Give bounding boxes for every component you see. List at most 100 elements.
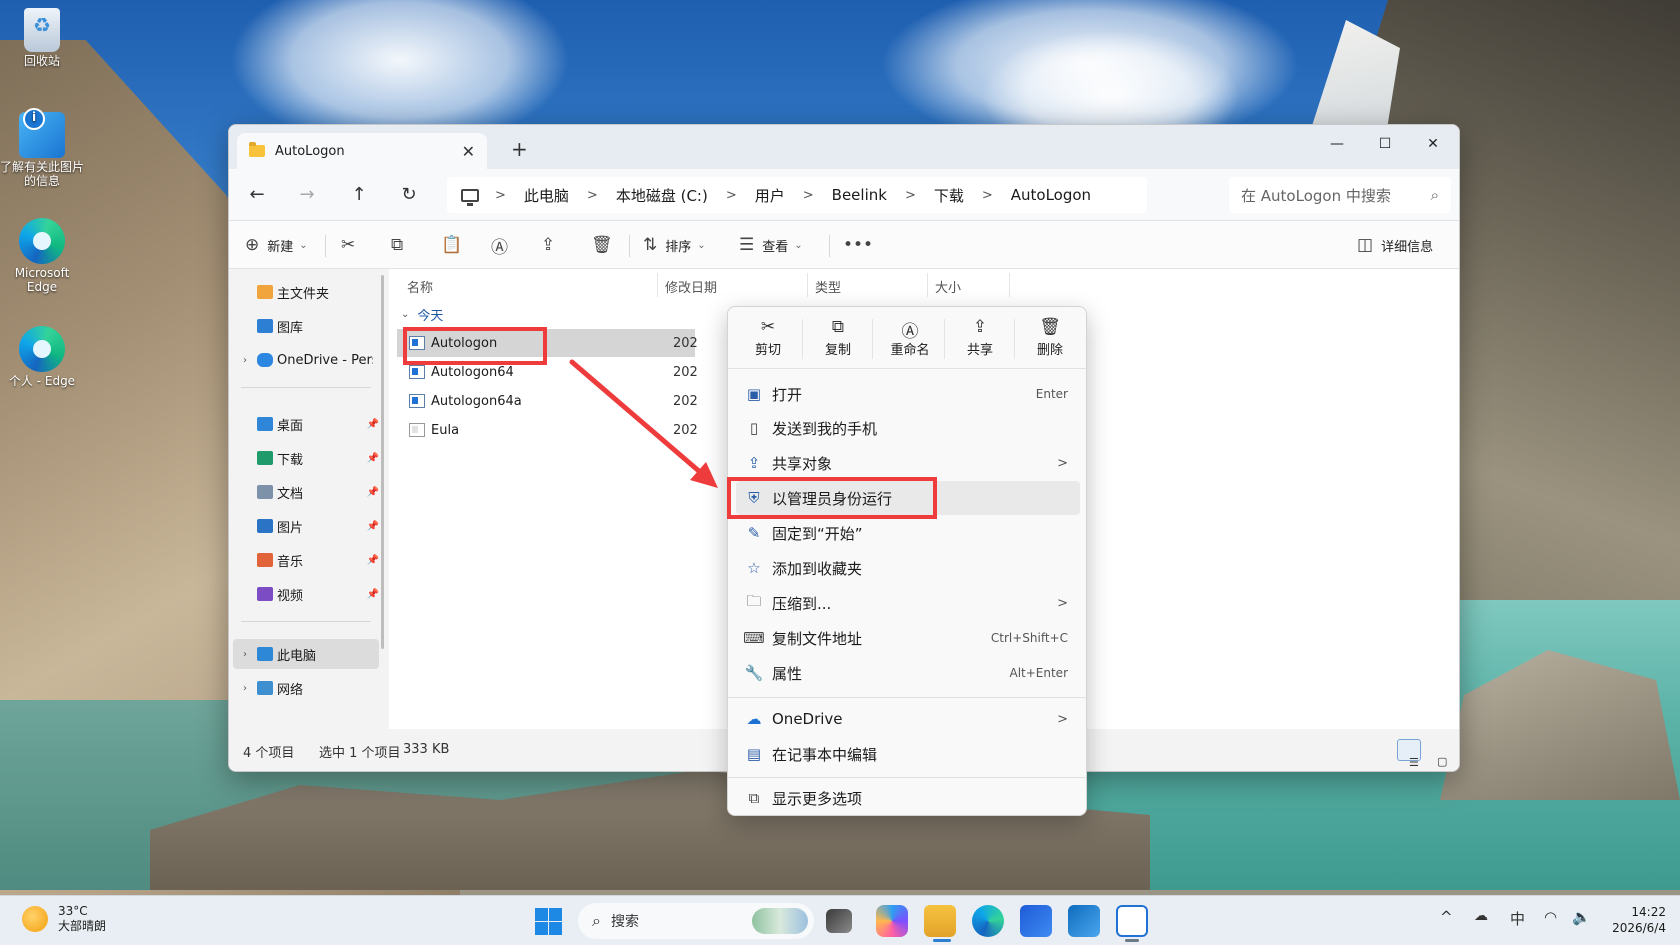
group-header-today[interactable]: ⌄ 今天 <box>401 305 443 324</box>
refresh-button[interactable]: ↻ <box>393 181 425 209</box>
column-divider[interactable] <box>927 273 928 297</box>
sidebar-item-documents[interactable]: 文档 📌 <box>243 477 379 507</box>
paste-button[interactable]: 📋 <box>441 231 462 259</box>
menu-item-share-with[interactable]: ⇪ 共享对象 > <box>736 446 1080 480</box>
desktop-icon-spotlight[interactable]: 了解有关此图片的信息 <box>0 108 84 188</box>
new-button[interactable]: ⊕ 新建 ⌄ <box>245 231 308 259</box>
cut-action[interactable]: ✂ 剪切 <box>736 317 800 358</box>
pin-icon[interactable]: 📌 <box>367 555 379 566</box>
breadcrumb-local-disk[interactable]: 本地磁盘 (C:) <box>616 185 708 206</box>
delete-action[interactable]: 🗑 删除 <box>1018 317 1082 358</box>
tab-autologon[interactable]: AutoLogon ✕ <box>237 133 487 169</box>
breadcrumb-separator[interactable]: > <box>803 188 814 203</box>
breadcrumb-separator[interactable]: > <box>587 188 598 203</box>
edge-icon[interactable] <box>972 905 1004 937</box>
breadcrumb-users[interactable]: 用户 <box>755 185 785 206</box>
pin-icon[interactable]: 📌 <box>367 589 379 600</box>
breadcrumb-separator[interactable]: > <box>726 188 737 203</box>
store-icon[interactable] <box>1020 905 1052 937</box>
microsoft-365-icon[interactable] <box>876 905 908 937</box>
column-header-size[interactable]: 大小 <box>935 277 961 296</box>
rename-action[interactable]: Ⓐ 重命名 <box>878 317 942 358</box>
menu-item-open[interactable]: ▣ 打开 Enter <box>736 377 1080 411</box>
breadcrumb-autologon[interactable]: AutoLogon <box>1011 186 1091 204</box>
outlook-icon[interactable] <box>1068 905 1100 937</box>
sidebar-item-home[interactable]: 主文件夹 <box>243 277 379 307</box>
search-input[interactable]: 在 AutoLogon 中搜索 ⌕ <box>1229 177 1451 213</box>
onedrive-tray-icon[interactable]: ☁ <box>1474 908 1488 924</box>
chevron-right-icon[interactable]: › <box>243 355 257 366</box>
sidebar-item-music[interactable]: 音乐 📌 <box>243 545 379 575</box>
chevron-right-icon[interactable]: › <box>243 649 257 660</box>
column-header-date[interactable]: 修改日期 <box>665 277 717 296</box>
menu-item-pin-to-start[interactable]: ✎ 固定到“开始” <box>736 516 1080 550</box>
cut-button[interactable]: ✂ <box>341 231 355 259</box>
autologon-taskbar-icon[interactable] <box>1116 905 1148 937</box>
pin-icon[interactable]: 📌 <box>367 453 379 464</box>
menu-item-compress[interactable]: 🗀 压缩到... > <box>736 586 1080 620</box>
menu-item-onedrive[interactable]: ☁ OneDrive > <box>736 702 1080 736</box>
details-pane-button[interactable]: ◫ 详细信息 <box>1357 231 1433 259</box>
sidebar-item-gallery[interactable]: 图库 <box>243 311 379 341</box>
sidebar-item-downloads[interactable]: 下载 📌 <box>243 443 379 473</box>
file-row-autologon64a[interactable]: Autologon64a 202 <box>397 387 698 415</box>
volume-icon[interactable]: 🔈 <box>1572 908 1591 926</box>
task-view-icon[interactable] <box>826 909 852 933</box>
ime-indicator[interactable]: 中 <box>1510 908 1525 929</box>
column-divider[interactable] <box>807 273 808 297</box>
new-tab-button[interactable]: + <box>511 137 528 161</box>
menu-item-copy-path[interactable]: ⌨ 复制文件地址 Ctrl+Shift+C <box>736 621 1080 655</box>
up-button[interactable]: ↑ <box>343 181 375 209</box>
copy-button[interactable]: ⧉ <box>391 231 403 259</box>
breadcrumb-downloads[interactable]: 下载 <box>934 185 964 206</box>
breadcrumb-separator[interactable]: > <box>982 188 993 203</box>
sidebar-item-videos[interactable]: 视频 📌 <box>243 579 379 609</box>
file-explorer-taskbar-icon[interactable] <box>924 905 956 937</box>
sidebar-item-this-pc[interactable]: › 此电脑 <box>233 639 379 669</box>
pin-icon[interactable]: 📌 <box>367 521 379 532</box>
breadcrumb-beelink[interactable]: Beelink <box>832 186 887 204</box>
menu-item-send-to-phone[interactable]: ▯ 发送到我的手机 <box>736 411 1080 445</box>
sidebar-scrollbar[interactable] <box>381 275 384 649</box>
sidebar-item-pictures[interactable]: 图片 📌 <box>243 511 379 541</box>
column-header-type[interactable]: 类型 <box>815 277 841 296</box>
breadcrumb-separator[interactable]: > <box>495 188 506 203</box>
taskbar-search[interactable]: ⌕ 搜索 <box>578 903 814 939</box>
back-button[interactable]: ← <box>241 181 273 209</box>
menu-item-edit-in-notepad[interactable]: ▤ 在记事本中编辑 <box>736 737 1080 771</box>
breadcrumb-separator[interactable]: > <box>905 188 916 203</box>
forward-button[interactable]: → <box>291 181 323 209</box>
tab-close-icon[interactable]: ✕ <box>462 142 475 161</box>
desktop-icon-recycle-bin[interactable]: 回收站 <box>0 8 84 68</box>
delete-button[interactable]: 🗑 <box>591 231 613 259</box>
pin-icon[interactable]: 📌 <box>367 487 379 498</box>
file-row-eula[interactable]: Eula 202 <box>397 416 698 444</box>
column-divider[interactable] <box>1009 273 1010 297</box>
breadcrumb-this-pc[interactable]: 此电脑 <box>524 185 569 206</box>
clock[interactable]: 14:22 2026/6/4 <box>1600 904 1666 936</box>
desktop-icon-edge[interactable]: Microsoft Edge <box>0 218 84 294</box>
chevron-right-icon[interactable]: › <box>243 683 257 694</box>
weather-widget[interactable]: 33°C 大部晴朗 <box>22 904 106 934</box>
tiles-view-button[interactable]: ▢ <box>1425 739 1449 768</box>
desktop-icon-edge-personal[interactable]: 个人 - Edge <box>0 326 84 388</box>
rename-button[interactable]: Ⓐ <box>491 231 508 259</box>
maximize-button[interactable]: ☐ <box>1361 129 1409 159</box>
share-button[interactable]: ⇪ <box>541 231 555 259</box>
column-divider[interactable] <box>657 273 658 297</box>
details-view-button[interactable]: ☰ <box>1397 739 1421 769</box>
sidebar-item-desktop[interactable]: 桌面 📌 <box>243 409 379 439</box>
sidebar-item-onedrive[interactable]: › OneDrive - Pers <box>243 345 379 375</box>
view-button[interactable]: ☰ 查看 ⌄ <box>739 231 803 259</box>
minimize-button[interactable]: — <box>1313 129 1361 159</box>
column-header-name[interactable]: 名称 <box>407 277 433 296</box>
sort-button[interactable]: ⇅ 排序 ⌄ <box>643 231 706 259</box>
menu-item-show-more-options[interactable]: ⧉ 显示更多选项 <box>736 781 1080 815</box>
copy-action[interactable]: ⧉ 复制 <box>806 317 870 358</box>
close-button[interactable]: ✕ <box>1409 129 1457 159</box>
tray-overflow-chevron[interactable]: ^ <box>1440 908 1453 926</box>
menu-item-add-to-favorites[interactable]: ☆ 添加到收藏夹 <box>736 551 1080 585</box>
pin-icon[interactable]: 📌 <box>367 419 379 430</box>
address-bar[interactable]: > 此电脑 > 本地磁盘 (C:) > 用户 > Beelink > 下载 > … <box>447 177 1147 213</box>
more-button[interactable]: ••• <box>843 231 873 259</box>
